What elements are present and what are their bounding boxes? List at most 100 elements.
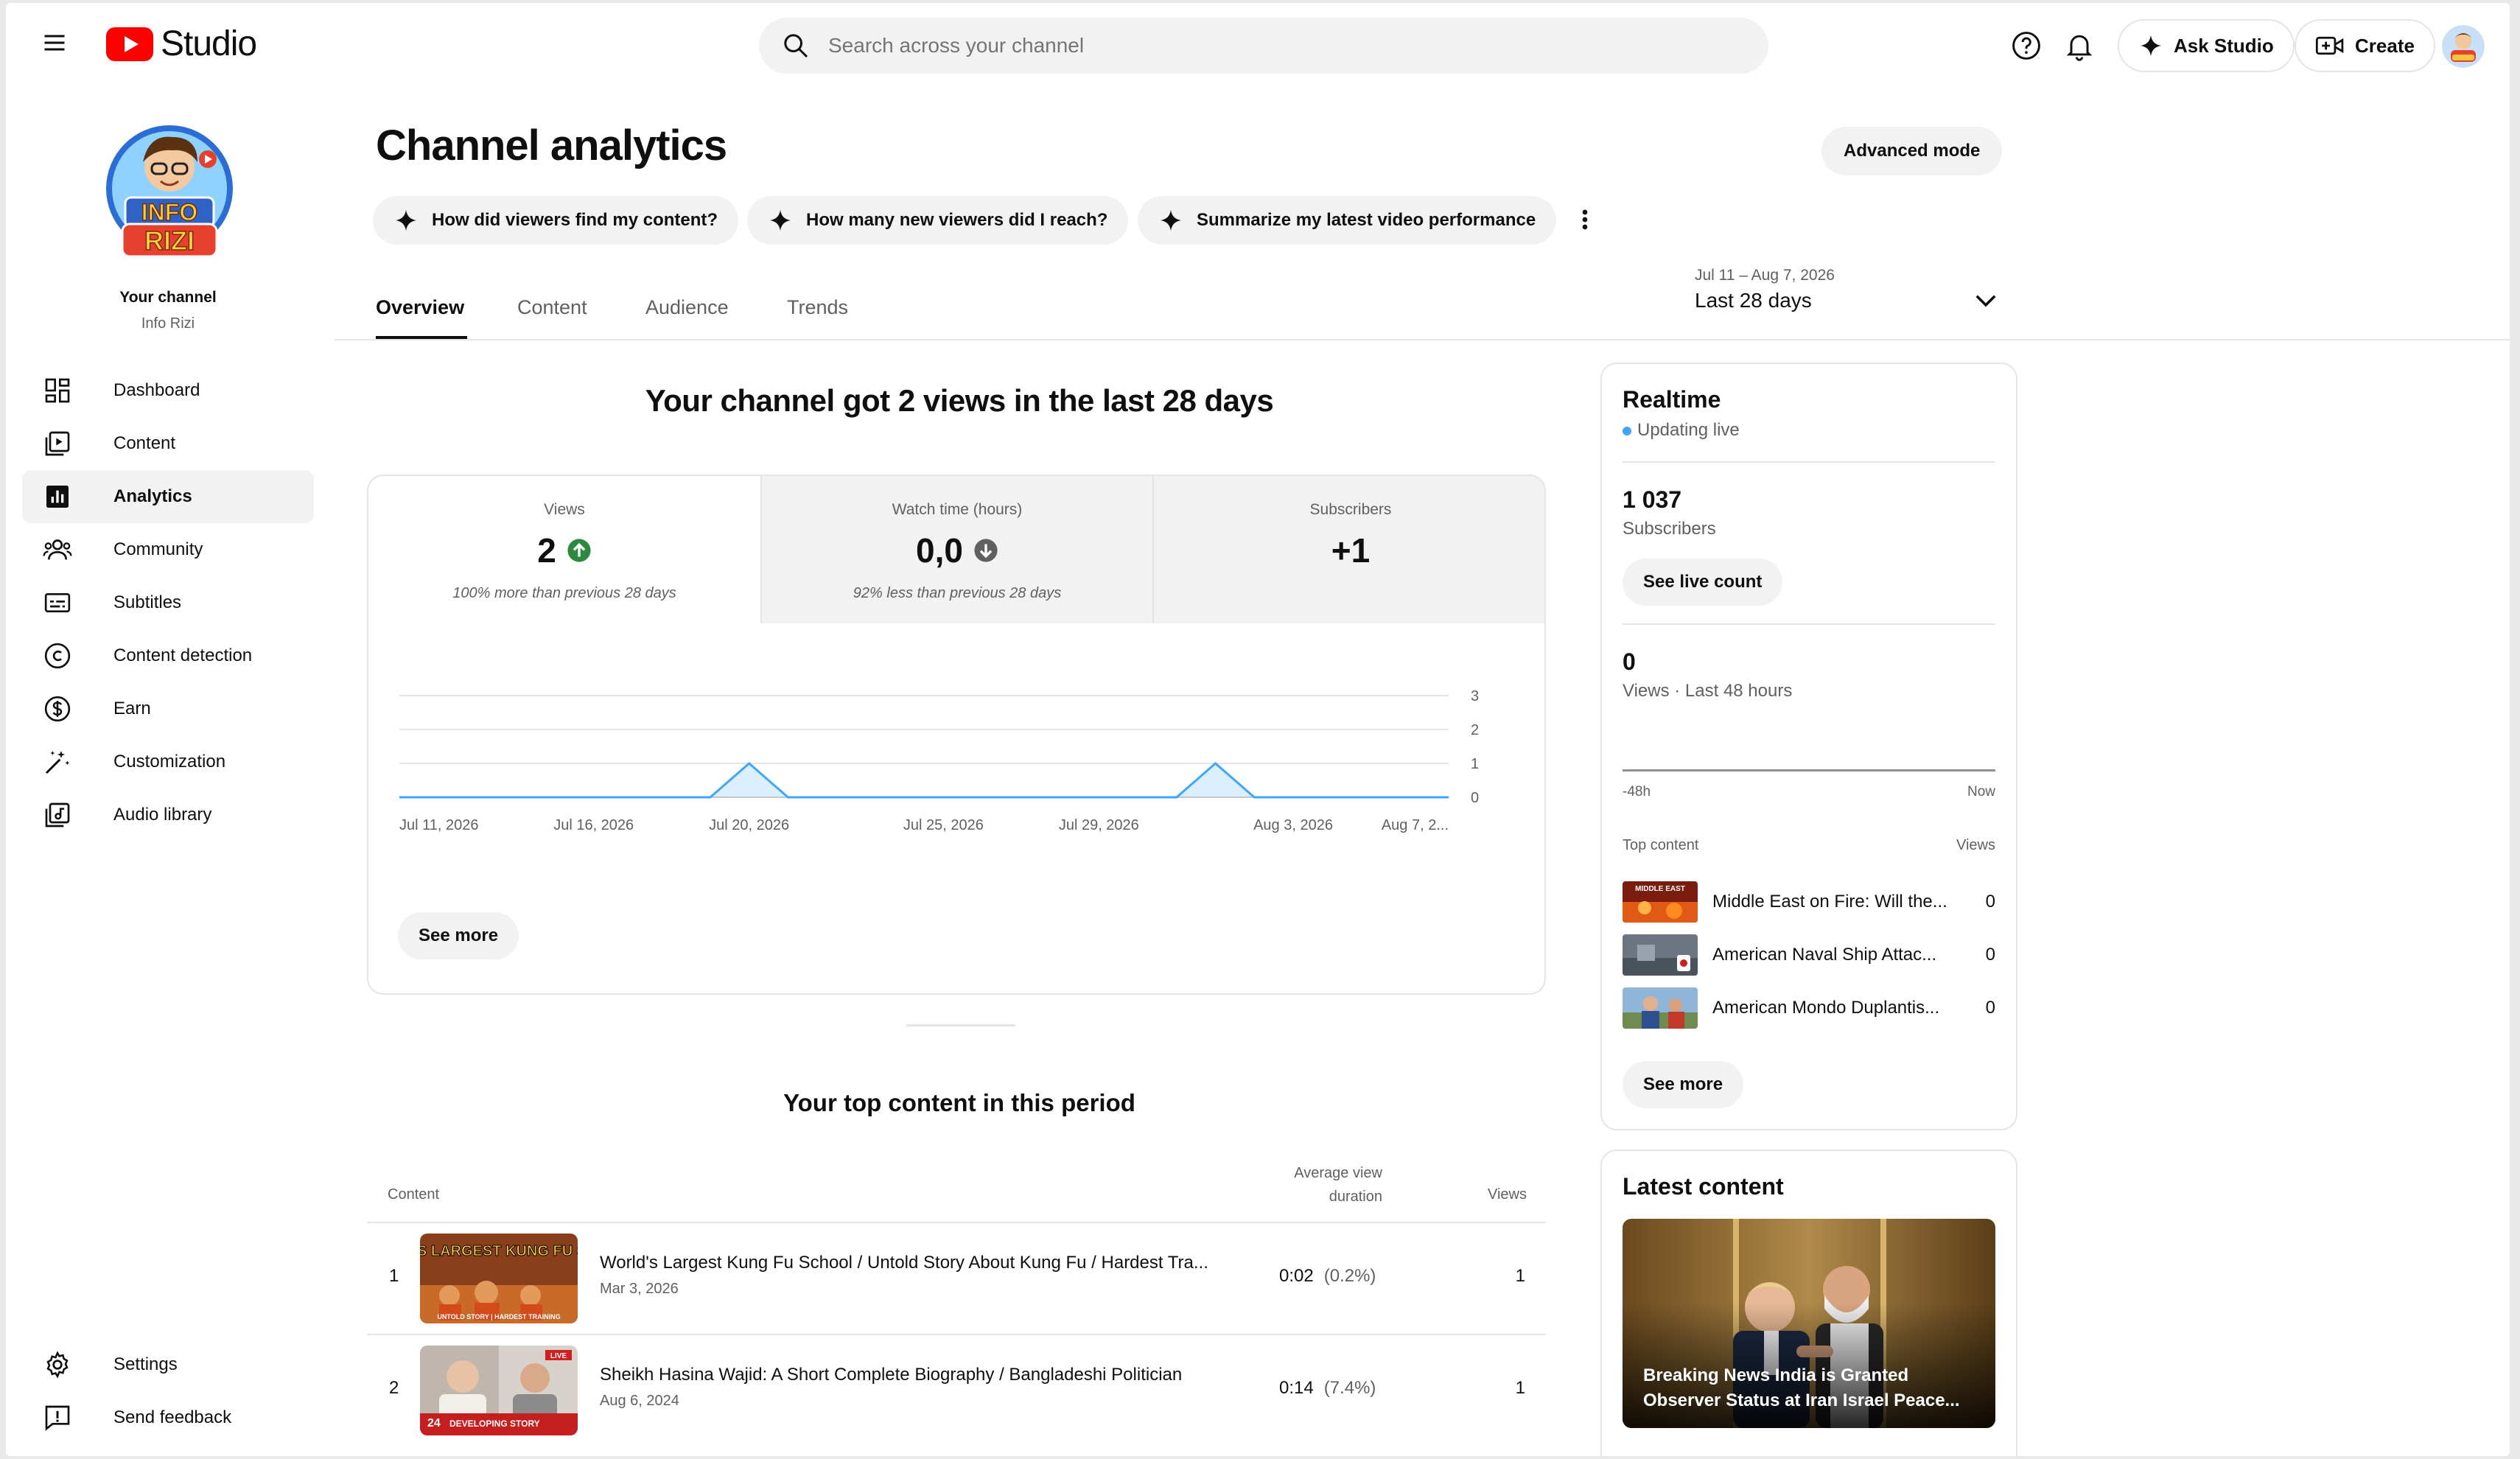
chip-label: How did viewers find my content? [432,210,718,230]
notifications-bell-icon[interactable] [2063,29,2096,62]
advanced-mode-button[interactable]: Advanced mode [1821,127,2003,175]
row-rank: 2 [389,1378,399,1398]
more-options-icon[interactable] [1574,205,1596,234]
stat-views[interactable]: Views 2 100% more than previous 28 days [368,476,760,623]
arrow-up-icon [567,538,592,563]
latest-video-thumbnail[interactable]: Breaking News India is Granted Observer … [1623,1219,1995,1428]
video-views: 1 [1515,1266,1525,1286]
sidebar-item-label: Content detection [113,645,253,665]
video-thumbnail[interactable]: LIVE 24 DEVELOPING STORY [420,1346,578,1435]
suggestion-chip-summarize[interactable]: Summarize my latest video performance [1138,196,1557,245]
video-thumbnail[interactable] [1623,934,1698,976]
x-tick-label: Jul 16, 2026 [553,817,634,833]
see-more-button[interactable]: See more [398,912,519,959]
realtime-top-item[interactable]: MIDDLE EAST Middle East on Fire: Will th… [1623,881,1995,923]
search-input[interactable] [828,34,1639,57]
column-header-content: Content [388,1186,440,1203]
video-title[interactable]: Sheikh Hasina Wajid: A Short Complete Bi… [600,1365,1233,1385]
realtime-card: Realtime Updating live 1 037 Subscribers… [1600,363,2017,1130]
analytics-icon [43,482,72,511]
menu-icon[interactable] [41,29,68,56]
table-row[interactable]: 1 WORLD'S LARGEST KUNG FU SCHOOL UNTOLD … [367,1223,1546,1334]
x-tick-label: Jul 20, 2026 [709,817,789,833]
sidebar-item-community[interactable]: Community [22,523,314,576]
duration-percent: (0.2%) [1323,1266,1376,1286]
video-title: Middle East on Fire: Will the... [1712,892,1947,912]
video-thumbnail[interactable]: WORLD'S LARGEST KUNG FU SCHOOL UNTOLD ST… [420,1234,578,1323]
search-bar[interactable] [759,18,1768,74]
youtube-studio-logo[interactable]: Studio [106,24,257,64]
arrow-down-icon [973,538,998,563]
account-avatar[interactable] [2442,25,2485,68]
dollar-icon [43,694,72,724]
table-row[interactable]: 2 LIVE 24 DEVELOPING STORY Sheikh Hasina… [367,1335,1546,1446]
ask-studio-label: Ask Studio [2174,34,2274,57]
realtime-status-text: Updating live [1637,420,1740,440]
create-label: Create [2355,34,2415,57]
stat-value: 2 [537,531,556,570]
suggestion-chip-viewers[interactable]: How did viewers find my content? [373,196,739,245]
video-thumbnail[interactable]: MIDDLE EAST [1623,881,1698,923]
thumbnail-subtitle: UNTOLD STORY | HARDEST TRAINING [437,1313,560,1320]
latest-video-title: Breaking News India is Granted Observer … [1643,1365,1960,1410]
sidebar-item-audio-library[interactable]: Audio library [22,788,314,842]
live-badge: LIVE [550,1352,567,1360]
chart-series-line[interactable] [399,762,1449,799]
video-title[interactable]: World's Largest Kung Fu School / Untold … [600,1253,1233,1273]
stat-value: +1 [1331,531,1371,570]
channel-avatar[interactable]: INFO RIZI [103,121,236,261]
stat-subscribers[interactable]: Subscribers +1 [1152,476,1544,623]
column-header-avg-duration[interactable]: Average view duration [1259,1161,1382,1208]
stat-label: Subscribers [1309,501,1392,518]
views-line-chart[interactable]: 0 1 2 3 Jul 11, 2026 Jul 16, 2026 Jul 20, 2026… [383,660,1533,874]
sidebar-item-analytics[interactable]: Analytics [22,470,314,523]
sidebar-item-label: Earn [113,699,151,718]
sidebar-item-content-detection[interactable]: Content detection [22,629,314,682]
sidebar-item-subtitles[interactable]: Subtitles [22,576,314,629]
tab-content[interactable]: Content [517,296,587,319]
sidebar-item-earn[interactable]: Earn [22,682,314,735]
studio-window: Studio Ask Studio Create [6,3,2510,1456]
video-date: Mar 3, 2026 [600,1281,679,1297]
video-views: 0 [1985,892,1995,912]
suggestion-chip-new-viewers[interactable]: How many new viewers did I reach? [747,196,1129,245]
y-tick-label: 3 [1471,688,1479,704]
card-divider [1623,623,1995,625]
overview-headline: Your channel got 2 views in the last 28 … [645,383,1274,418]
ask-studio-button[interactable]: Ask Studio [2118,19,2295,72]
video-thumbnail[interactable] [1623,987,1698,1029]
date-range-label[interactable]: Last 28 days [1695,289,1812,312]
tab-overview[interactable]: Overview [376,296,464,319]
sidebar-item-dashboard[interactable]: Dashboard [22,364,314,417]
realtime-chart-baseline[interactable] [1623,769,1995,772]
sidebar-item-send-feedback[interactable]: Send feedback [22,1391,314,1444]
chevron-down-icon[interactable] [1970,284,2001,315]
sidebar-item-label: Dashboard [113,380,200,400]
stat-label: Watch time (hours) [892,501,1023,518]
tab-audience[interactable]: Audience [645,296,729,319]
sidebar-item-label: Audio library [113,805,212,825]
realtime-views-value: 0 [1623,648,1636,675]
column-header-views[interactable]: Views [1450,1186,1527,1203]
thumbnail-number: 24 [427,1417,441,1430]
create-button[interactable]: Create [2295,19,2435,72]
sidebar-item-customization[interactable]: Customization [22,735,314,788]
realtime-see-more-button[interactable]: See more [1623,1061,1744,1108]
realtime-top-item[interactable]: American Naval Ship Attac... 0 [1623,934,1995,976]
see-live-count-button[interactable]: See live count [1623,559,1783,606]
date-range-dates[interactable]: Jul 11 – Aug 7, 2026 [1695,267,1835,284]
stat-label: Views [544,501,585,518]
thumbnail-title: WORLD'S LARGEST KUNG FU SCHOOL [420,1243,578,1259]
stat-watch-time[interactable]: Watch time (hours) 0,0 92% less than pre… [760,476,1152,623]
sidebar-item-label: Settings [113,1354,178,1374]
sidebar-item-content[interactable]: Content [22,417,314,470]
top-content-label: Top content [1623,837,1699,853]
realtime-status: Updating live [1623,420,1740,441]
help-icon[interactable] [2010,29,2043,62]
stat-value-row: 0,0 [762,531,1152,570]
sidebar-item-settings[interactable]: Settings [22,1338,314,1391]
y-tick-label: 1 [1471,756,1479,772]
realtime-top-item[interactable]: American Mondo Duplantis... 0 [1623,987,1995,1029]
thumbnail-title: DEVELOPING STORY [449,1418,540,1429]
tab-trends[interactable]: Trends [787,296,848,319]
